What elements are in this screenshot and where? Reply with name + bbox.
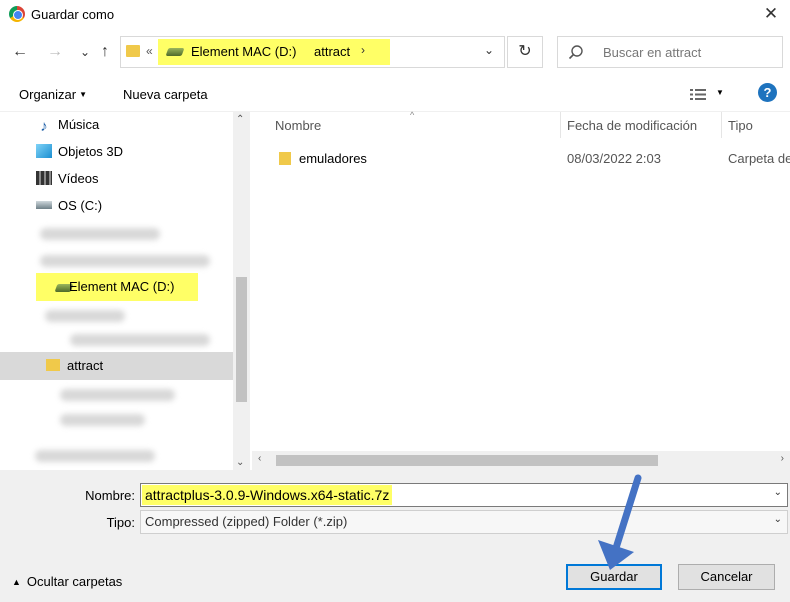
scroll-up-icon[interactable]: ⌃ — [236, 114, 244, 125]
chevron-up-icon: ▲ — [12, 577, 21, 587]
new-folder-button[interactable]: Nueva carpeta — [123, 87, 208, 102]
up-button[interactable]: ↑ — [95, 42, 115, 62]
sidebar-item-attract[interactable]: attract — [0, 352, 233, 380]
folder-icon — [46, 359, 60, 371]
folder-icon — [126, 45, 140, 57]
scroll-thumb[interactable] — [236, 277, 247, 402]
search-box[interactable]: Buscar en attract — [557, 36, 783, 68]
blurred-item — [60, 414, 145, 426]
sidebar-item-label: attract — [67, 358, 104, 373]
chrome-icon — [9, 6, 25, 22]
column-divider[interactable] — [721, 112, 722, 138]
file-type: Carpeta de — [728, 151, 790, 166]
drive-icon — [165, 48, 185, 56]
file-type-select[interactable]: Compressed (zipped) Folder (*.zip) ⌄ — [140, 510, 788, 534]
sidebar-item-label: Música — [58, 117, 100, 132]
file-type-label: Tipo: — [106, 515, 135, 530]
column-header-name[interactable]: Nombre — [275, 118, 321, 133]
file-row[interactable]: emuladores 08/03/2022 2:03 Carpeta de — [274, 150, 790, 172]
chevron-down-icon[interactable]: ⌄ — [774, 514, 782, 525]
sidebar-item-videos[interactable]: Vídeos — [36, 168, 98, 190]
music-icon: ♪ — [40, 118, 48, 135]
blurred-item — [40, 255, 210, 267]
file-name: emuladores — [299, 151, 367, 166]
breadcrumb-separator[interactable]: › — [361, 43, 365, 57]
breadcrumb-drive[interactable]: Element MAC (D:) — [191, 44, 296, 59]
organize-label: Organizar — [19, 87, 77, 102]
breadcrumb-folder[interactable]: attract — [314, 44, 350, 59]
column-divider[interactable] — [560, 112, 561, 138]
annotation-arrow — [598, 474, 642, 570]
scroll-down-icon[interactable]: ⌄ — [236, 457, 244, 468]
sidebar-item-label: Vídeos — [58, 171, 99, 186]
navigation-pane: ♪ Música Objetos 3D Vídeos OS (C:) Elemen… — [0, 112, 250, 470]
save-form: Nombre: attractplus-3.0.9-Windows.x64-st… — [0, 470, 790, 602]
column-header-date[interactable]: Fecha de modificación — [567, 118, 697, 133]
recent-locations-button[interactable]: ⌄ — [75, 42, 95, 62]
sidebar-item-element-mac[interactable]: Element MAC (D:) — [36, 273, 198, 301]
blurred-item — [35, 450, 155, 462]
command-toolbar: Organizar ▼ Nueva carpeta ▼ ? — [0, 78, 790, 112]
blurred-item — [40, 228, 160, 240]
view-options-icon[interactable] — [690, 88, 706, 101]
search-placeholder: Buscar en attract — [603, 45, 702, 60]
sidebar-item-label: Objetos 3D — [58, 144, 124, 159]
chevron-down-icon[interactable]: ⌄ — [774, 487, 782, 498]
sidebar-scrollbar[interactable]: ⌃ ⌄ — [233, 112, 250, 470]
window-title: Guardar como — [31, 7, 115, 22]
film-icon — [36, 171, 52, 185]
hide-folders-label: Ocultar carpetas — [26, 574, 123, 589]
column-header-type[interactable]: Tipo — [728, 118, 753, 133]
organize-menu[interactable]: Organizar ▼ — [19, 87, 87, 102]
horizontal-scrollbar[interactable]: ‹ › — [252, 451, 790, 470]
file-type-value: Compressed (zipped) Folder (*.zip) — [145, 514, 348, 529]
scroll-thumb[interactable] — [276, 455, 658, 466]
sidebar-item-3d-objects[interactable]: Objetos 3D — [36, 141, 123, 163]
cancel-button[interactable]: Cancelar — [678, 564, 775, 590]
forward-button[interactable]: → — [45, 42, 65, 62]
cube-icon — [36, 144, 52, 158]
scroll-left-icon[interactable]: ‹ — [258, 453, 261, 464]
organize-arrow: ▼ — [79, 90, 87, 99]
refresh-button[interactable]: ↻ — [507, 36, 543, 68]
file-date: 08/03/2022 2:03 — [567, 151, 661, 166]
close-button[interactable]: ✕ — [760, 3, 782, 25]
file-name-value: attractplus-3.0.9-Windows.x64-static.7z — [142, 485, 393, 505]
help-icon[interactable]: ? — [758, 83, 777, 102]
blurred-item — [70, 334, 210, 346]
title-bar: Guardar como ✕ — [0, 0, 790, 30]
scroll-right-icon[interactable]: › — [781, 453, 784, 464]
back-button[interactable]: ← — [10, 42, 30, 62]
file-name-label: Nombre: — [85, 488, 135, 503]
blurred-item — [45, 310, 125, 322]
folder-icon — [279, 152, 291, 165]
file-name-input[interactable]: attractplus-3.0.9-Windows.x64-static.7z … — [140, 483, 788, 507]
sidebar-item-label: Element MAC (D:) — [69, 279, 175, 294]
address-overflow[interactable]: « — [146, 44, 153, 58]
file-list: ^ Nombre Fecha de modificación Tipo emul… — [252, 110, 790, 470]
address-dropdown[interactable]: ⌄ — [484, 43, 494, 57]
blurred-item — [60, 389, 175, 401]
hide-folders-toggle[interactable]: ▲ Ocultar carpetas — [12, 574, 122, 589]
sidebar-item-music[interactable]: ♪ Música — [36, 114, 99, 136]
sidebar-item-os-c[interactable]: OS (C:) — [36, 195, 102, 217]
view-dropdown[interactable]: ▼ — [716, 88, 724, 97]
search-icon — [568, 45, 583, 60]
sort-indicator: ^ — [410, 110, 415, 120]
navigation-bar: ← → ⌄ ↑ « Element MAC (D:) attract › ⌄ ↻… — [0, 32, 790, 74]
sidebar-item-label: OS (C:) — [58, 198, 103, 213]
drive-icon — [36, 201, 52, 209]
address-bar[interactable]: « Element MAC (D:) attract › ⌄ — [120, 36, 505, 68]
